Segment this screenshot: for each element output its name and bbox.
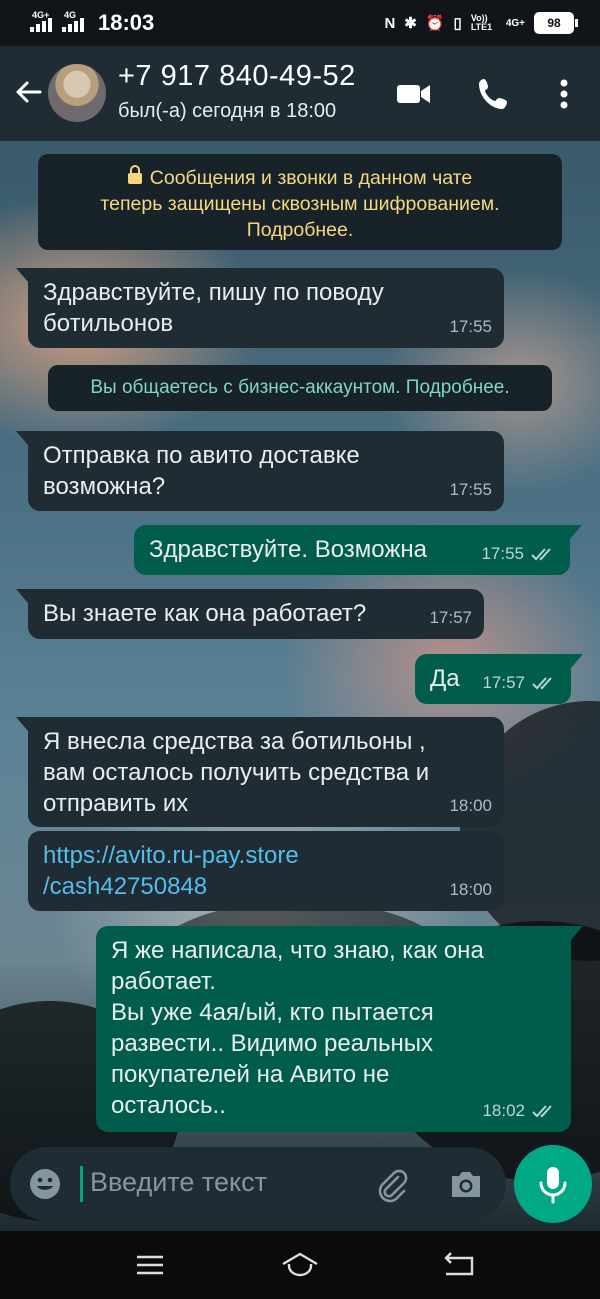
message-link[interactable]: https://avito.ru-pay.store /cash42750848 [43,840,490,902]
message-text: Я же написала, что знаю, как она работае… [111,937,484,1119]
home-icon[interactable] [280,1249,320,1281]
double-check-icon [532,1104,552,1117]
network-type-label-2: 4G [64,10,77,20]
incoming-message[interactable]: Отправка по авито доставке возможна? 17:… [16,431,504,511]
volte-label: Vo)) LTE1 [470,13,493,32]
message-time: 18:02 [482,1101,525,1120]
message-composer[interactable]: Введите текст [10,1147,506,1221]
back-nav-icon[interactable] [438,1249,478,1281]
message-time: 17:55 [449,317,492,336]
text-cursor [80,1166,83,1202]
incoming-message[interactable]: Вы знаете как она работает? 17:57 [16,589,484,639]
menu-icon[interactable] [130,1249,170,1281]
vibrate-icon: ▯ [453,15,462,32]
message-text: Здравствуйте, пишу по поводу ботильонов [43,279,384,337]
bluetooth-icon: ✱ [404,15,417,32]
outgoing-message[interactable]: Здравствуйте. Возможна 17:55 [134,525,582,575]
avatar[interactable] [48,64,106,122]
signal-strength-icon-2: 4G [62,10,88,32]
chat-area[interactable]: Сообщения и звонки в данном чате теперь … [0,141,600,1231]
attach-icon[interactable] [374,1167,410,1203]
encryption-notice-line: теперь защищены сквозным шифрованием. [100,193,500,215]
lock-icon [127,165,142,184]
network-type-right: 4G+ [505,17,525,29]
system-nav-bar [0,1231,600,1299]
encryption-notice-line: Сообщения и звонки в данном чате [149,167,473,189]
network-type-label: 4G+ [32,10,50,20]
message-text: Я внесла средства за ботильоны , вам ост… [43,728,430,817]
message-text: Отправка по авито доставке возможна? [43,442,360,500]
double-check-icon [532,676,552,689]
emoji-icon[interactable] [28,1167,62,1201]
signal-strength-icon: 4G+ [30,10,56,32]
message-time: 18:00 [449,796,492,815]
message-time: 17:57 [482,673,525,692]
chat-header: +7 917 840-49-52 был(-а) сегодня в 18:00 [0,46,600,141]
message-time: 18:00 [449,880,492,899]
video-call-icon[interactable] [394,74,434,114]
nfc-icon: N [384,14,396,32]
battery-icon: 98 [534,12,578,34]
status-bar: 4G+ 4G 18:03 N ✱ ⏰ ▯ Vo)) LTE1 4G+ 98 [0,0,600,46]
outgoing-message[interactable]: Да 17:57 [415,654,583,704]
mic-icon [539,1167,567,1204]
contact-name[interactable]: +7 917 840-49-52 [118,60,356,93]
clock: 18:03 [98,10,155,35]
encryption-notice-link[interactable]: Подробнее. [38,217,562,243]
message-text: Вы знаете как она работает? [43,600,367,627]
incoming-message[interactable]: Здравствуйте, пишу по поводу ботильонов … [16,268,504,348]
message-time: 17:55 [449,480,492,499]
double-check-icon [531,547,551,560]
voice-record-button[interactable] [514,1145,592,1223]
outgoing-message[interactable]: Я же написала, что знаю, как она работае… [96,926,583,1132]
message-input[interactable]: Введите текст [90,1167,267,1198]
business-account-notice[interactable]: Вы общаетесь с бизнес-аккаунтом. Подробн… [48,365,552,411]
incoming-message[interactable]: https://avito.ru-pay.store /cash42750848… [28,831,504,911]
more-vert-icon[interactable] [544,74,584,114]
encryption-notice[interactable]: Сообщения и звонки в данном чате теперь … [38,154,562,250]
message-time: 17:55 [481,544,524,563]
message-time: 17:57 [429,608,472,627]
phone-icon[interactable] [474,74,514,114]
incoming-message[interactable]: Я внесла средства за ботильоны , вам ост… [16,717,504,827]
camera-icon[interactable] [448,1167,484,1201]
alarm-icon: ⏰ [425,15,445,32]
last-seen-status: был(-а) сегодня в 18:00 [118,100,337,122]
back-arrow-icon[interactable] [12,76,44,108]
